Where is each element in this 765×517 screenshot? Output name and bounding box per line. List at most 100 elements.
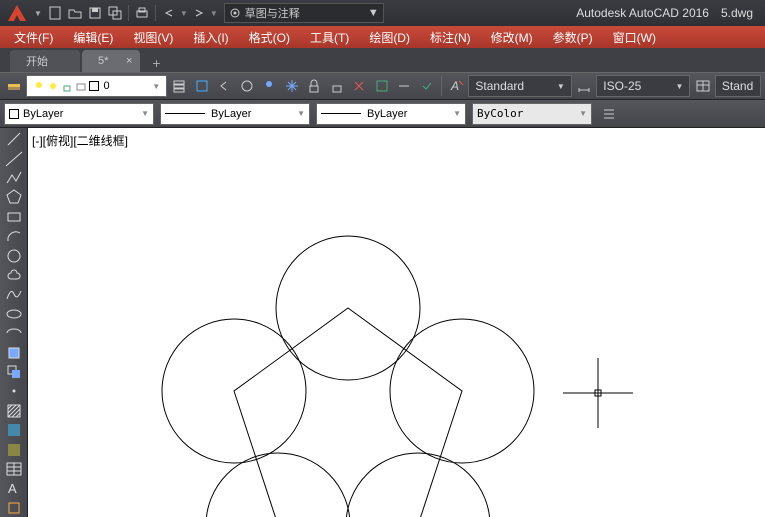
dimstyle-icon[interactable] <box>574 75 594 97</box>
gradient-icon[interactable] <box>2 421 26 439</box>
menu-insert[interactable]: 插入(I) <box>183 26 238 48</box>
chevron-down-icon: ▼ <box>141 109 149 118</box>
make-block-icon[interactable] <box>2 363 26 381</box>
textstyle-selector[interactable]: Standard▼ <box>468 75 571 97</box>
layer-unlock-icon[interactable] <box>327 75 347 97</box>
spline-icon[interactable] <box>2 285 26 303</box>
rectangle-icon[interactable] <box>2 208 26 226</box>
tablestyle-selector[interactable]: Stand <box>715 75 761 97</box>
plotstyle-selector[interactable]: ByColor ▼ <box>472 103 592 125</box>
draw-toolbar: A <box>0 128 28 517</box>
new-icon[interactable] <box>46 4 64 22</box>
textstyle-icon[interactable]: A <box>446 75 466 97</box>
region-icon[interactable] <box>2 441 26 459</box>
chevron-down-icon: ▼ <box>368 7 379 19</box>
chevron-down-icon: ▼ <box>152 82 160 91</box>
redo-icon[interactable] <box>190 4 208 22</box>
redo-dd-icon[interactable]: ▼ <box>210 9 218 18</box>
mtext-icon[interactable]: A <box>2 479 26 497</box>
svg-text:A: A <box>450 79 459 93</box>
polyline-icon[interactable] <box>2 169 26 187</box>
menu-format[interactable]: 格式(O) <box>239 26 300 48</box>
dropdown-icon[interactable]: ▼ <box>34 9 42 18</box>
save-icon[interactable] <box>86 4 104 22</box>
ellipse-icon[interactable] <box>2 305 26 323</box>
chevron-down-icon: ▼ <box>557 82 565 91</box>
linetype-selector[interactable]: ByLayer ▼ <box>316 103 466 125</box>
plot-enabled-icon <box>75 80 87 92</box>
tablestyle-icon[interactable] <box>692 75 712 97</box>
menu-view[interactable]: 视图(V) <box>123 26 183 48</box>
layer-merge-icon[interactable] <box>394 75 414 97</box>
menu-file[interactable]: 文件(F) <box>4 26 63 48</box>
layer-delete-icon[interactable] <box>349 75 369 97</box>
revcloud-icon[interactable] <box>2 266 26 284</box>
file-name: 5.dwg <box>721 6 753 20</box>
chevron-down-icon: ▼ <box>297 109 305 118</box>
app-logo[interactable] <box>4 2 30 24</box>
lineweight-selector[interactable]: ByLayer ▼ <box>160 103 310 125</box>
color-swatch-icon <box>9 109 19 119</box>
document-tabs: 开始 5*× + <box>0 48 765 72</box>
layer-lock-icon[interactable] <box>304 75 324 97</box>
layer-states-icon[interactable] <box>169 75 189 97</box>
menu-edit[interactable]: 编辑(E) <box>63 26 123 48</box>
arc-icon[interactable] <box>2 227 26 245</box>
layer-freeze-icon[interactable] <box>282 75 302 97</box>
menu-tools[interactable]: 工具(T) <box>300 26 359 48</box>
main-area: A [-][俯视][二维线框] <box>0 128 765 517</box>
menu-window[interactable]: 窗口(W) <box>603 26 666 48</box>
insert-block-icon[interactable] <box>2 343 26 361</box>
hatch-icon[interactable] <box>2 402 26 420</box>
list-icon[interactable] <box>598 103 620 125</box>
plot-icon[interactable] <box>133 4 151 22</box>
layer-prev-icon[interactable] <box>214 75 234 97</box>
line-icon[interactable] <box>2 130 26 148</box>
menu-bar: 文件(F) 编辑(E) 视图(V) 插入(I) 格式(O) 工具(T) 绘图(D… <box>0 26 765 48</box>
chevron-down-icon: ▼ <box>453 109 461 118</box>
model-drawing <box>28 128 765 517</box>
layer-props-icon[interactable] <box>4 75 24 97</box>
quick-access-toolbar: ▼ ▼ <box>46 4 218 22</box>
color-selector[interactable]: ByLayer ▼ <box>4 103 154 125</box>
addselected-icon[interactable] <box>2 499 26 517</box>
tab-add-button[interactable]: + <box>146 54 166 72</box>
circle-icon[interactable] <box>2 246 26 264</box>
bulb-icon <box>33 80 45 92</box>
xline-icon[interactable] <box>2 149 26 167</box>
tab-close-icon[interactable]: × <box>126 55 132 67</box>
layer-iso-icon[interactable] <box>192 75 212 97</box>
polygon-icon[interactable] <box>2 188 26 206</box>
menu-dimension[interactable]: 标注(N) <box>420 26 481 48</box>
ellipse-arc-icon[interactable] <box>2 324 26 342</box>
point-icon[interactable] <box>2 382 26 400</box>
layer-name: 0 <box>103 80 109 92</box>
tab-start[interactable]: 开始 <box>10 50 80 72</box>
layer-walk-icon[interactable] <box>372 75 392 97</box>
toolbar-layers-styles: 0 ▼ A Standard▼ ISO-25▼ Stand <box>0 72 765 100</box>
workspace-label: 草图与注释 <box>245 5 300 21</box>
svg-text:A: A <box>8 481 17 496</box>
tab-document[interactable]: 5*× <box>82 50 140 72</box>
undo-dd-icon[interactable]: ▼ <box>180 9 188 18</box>
lock-icon <box>61 80 73 92</box>
layer-current-icon[interactable] <box>416 75 436 97</box>
app-name: Autodesk AutoCAD 2016 <box>576 6 709 20</box>
line-sample-icon <box>165 113 205 114</box>
color-swatch <box>89 81 99 91</box>
saveas-icon[interactable] <box>106 4 124 22</box>
drawing-canvas[interactable]: [-][俯视][二维线框] <box>28 128 765 517</box>
menu-draw[interactable]: 绘图(D) <box>359 26 420 48</box>
layer-selector[interactable]: 0 ▼ <box>26 75 167 97</box>
layer-off-icon[interactable] <box>259 75 279 97</box>
workspace-selector[interactable]: 草图与注释 ▼ <box>224 3 384 23</box>
open-icon[interactable] <box>66 4 84 22</box>
dimstyle-selector[interactable]: ISO-25▼ <box>596 75 690 97</box>
table-icon[interactable] <box>2 460 26 478</box>
chevron-down-icon: ▼ <box>579 109 587 118</box>
undo-icon[interactable] <box>160 4 178 22</box>
chevron-down-icon: ▼ <box>675 82 683 91</box>
layer-match-icon[interactable] <box>237 75 257 97</box>
menu-modify[interactable]: 修改(M) <box>481 26 543 48</box>
menu-parametric[interactable]: 参数(P) <box>543 26 603 48</box>
